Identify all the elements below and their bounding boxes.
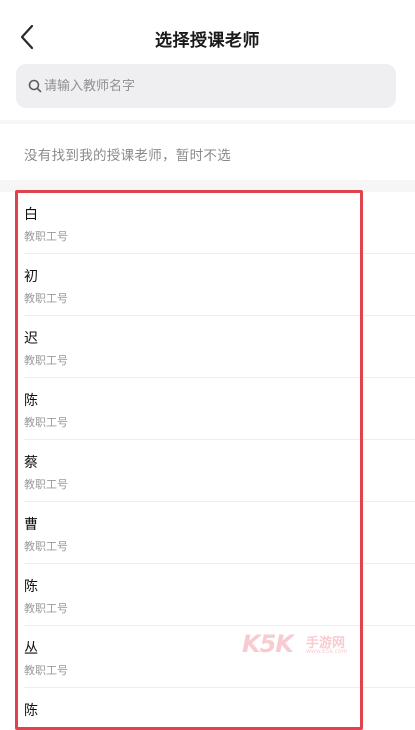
teacher-id-label: 教职工号 — [24, 478, 68, 491]
teacher-name: 丛 — [24, 641, 38, 657]
teacher-id-label: 教职工号 — [24, 292, 68, 305]
skip-teacher-option[interactable]: 没有找到我的授课老师，暂时不选 — [0, 124, 415, 180]
search-input[interactable] — [44, 64, 384, 108]
teacher-list-item[interactable]: 曹 教职工号 — [0, 502, 415, 564]
teacher-list-item[interactable]: 陈 — [0, 688, 415, 720]
teacher-list-item[interactable]: 陈 教职工号 — [0, 564, 415, 626]
teacher-id-label: 教职工号 — [24, 416, 68, 429]
teacher-id-label: 教职工号 — [24, 230, 68, 243]
teacher-list-item[interactable]: 蔡 教职工号 — [0, 440, 415, 502]
page-title: 选择授课老师 — [155, 31, 260, 51]
teacher-name: 蔡 — [24, 455, 38, 471]
teacher-name: 陈 — [24, 393, 38, 409]
teacher-list-item[interactable]: 陈 教职工号 — [0, 378, 415, 440]
teacher-id-label: 教职工号 — [24, 540, 68, 553]
teacher-list-item[interactable]: 白 教职工号 — [0, 192, 415, 254]
teacher-id-label: 教职工号 — [24, 602, 68, 615]
teacher-name: 初 — [24, 269, 38, 285]
skip-teacher-label: 没有找到我的授课老师，暂时不选 — [24, 148, 231, 164]
teacher-list-item[interactable]: 初 教职工号 — [0, 254, 415, 316]
teacher-list-item[interactable]: 迟 教职工号 — [0, 316, 415, 378]
search-bar[interactable] — [16, 64, 396, 108]
watermark-url: www.k5k.com — [306, 648, 348, 655]
teacher-id-label: 教职工号 — [24, 354, 68, 367]
watermark-brand: K5K — [242, 630, 294, 658]
site-watermark: K5K 手游网 www.k5k.com — [242, 630, 362, 658]
teacher-name: 陈 — [24, 579, 38, 595]
teacher-name: 白 — [24, 207, 38, 223]
teacher-id-label: 教职工号 — [24, 664, 68, 677]
search-icon — [28, 79, 42, 93]
teacher-name: 迟 — [24, 331, 38, 347]
teacher-name: 曹 — [24, 517, 38, 533]
navigation-bar: 选择授课老师 — [0, 0, 415, 70]
teacher-name: 陈 — [24, 703, 38, 719]
section-divider — [0, 180, 415, 192]
